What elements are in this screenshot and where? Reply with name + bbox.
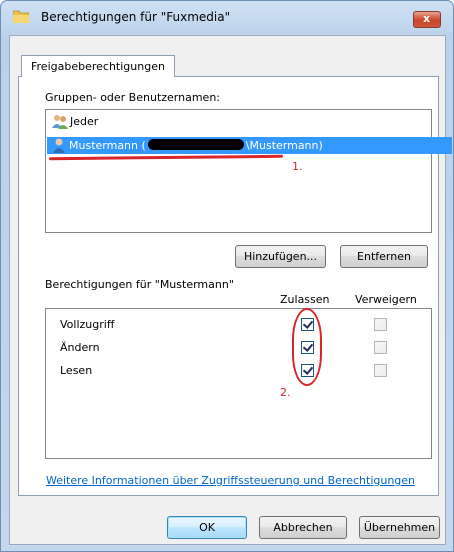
ok-button[interactable]: OK	[167, 516, 247, 539]
deny-checkbox-lesen[interactable]	[374, 364, 387, 377]
deny-checkbox-vollzugriff[interactable]	[374, 318, 387, 331]
list-item-label: Jeder	[70, 115, 99, 128]
list-item-mustermann[interactable]: Mustermann ( \Mustermann)	[47, 137, 452, 154]
perm-row-lesen: Lesen	[60, 364, 93, 377]
deny-column-header: Verweigern	[355, 293, 417, 306]
permissions-label: Berechtigungen für "Mustermann"	[45, 278, 234, 291]
apply-button-label: Übernehmen	[363, 521, 436, 534]
tab-freigabeberechtigungen[interactable]: Freigabeberechtigungen	[21, 55, 175, 77]
users-group-icon	[52, 115, 68, 129]
deny-checkbox-aendern[interactable]	[374, 341, 387, 354]
add-button-label: Hinzufügen...	[243, 250, 318, 263]
red-oval-annotation	[292, 308, 322, 386]
window-title: Berechtigungen für "Fuxmedia"	[41, 10, 231, 24]
ok-button-label: OK	[199, 521, 215, 534]
groups-label: Gruppen- oder Benutzernamen:	[45, 91, 220, 104]
perm-row-vollzugriff: Vollzugriff	[60, 318, 115, 331]
list-item-label-suffix: \Mustermann)	[245, 139, 323, 152]
add-button[interactable]: Hinzufügen...	[235, 245, 326, 268]
redaction-mark	[147, 139, 244, 150]
cancel-button-label: Abbrechen	[273, 521, 333, 534]
allow-column-header: Zulassen	[280, 293, 330, 306]
title-bar[interactable]: Berechtigungen für "Fuxmedia" x	[1, 1, 453, 35]
close-button[interactable]: x	[413, 11, 441, 28]
annotation-1: 1.	[292, 160, 303, 173]
remove-button[interactable]: Entfernen	[340, 245, 428, 268]
cancel-button[interactable]: Abbrechen	[259, 516, 347, 539]
groups-listbox[interactable]: Jeder Mustermann ( \Mustermann)	[45, 109, 452, 233]
close-icon: x	[423, 12, 431, 25]
list-item-jeder[interactable]: Jeder	[48, 113, 98, 130]
user-icon	[53, 138, 65, 153]
groups-label-text: Gruppen- oder Benutzernamen:	[45, 91, 221, 104]
folder-icon	[13, 10, 29, 23]
more-info-link[interactable]: Weitere Informationen über Zugriffssteue…	[46, 474, 415, 487]
remove-button-label: Entfernen	[357, 250, 411, 263]
dialog-window: Berechtigungen für "Fuxmedia" x Freigabe…	[0, 0, 454, 552]
apply-button[interactable]: Übernehmen	[359, 516, 440, 539]
annotation-2: 2.	[280, 386, 291, 399]
perm-row-aendern: Ändern	[60, 341, 100, 354]
list-item-label: Mustermann (	[69, 139, 146, 152]
